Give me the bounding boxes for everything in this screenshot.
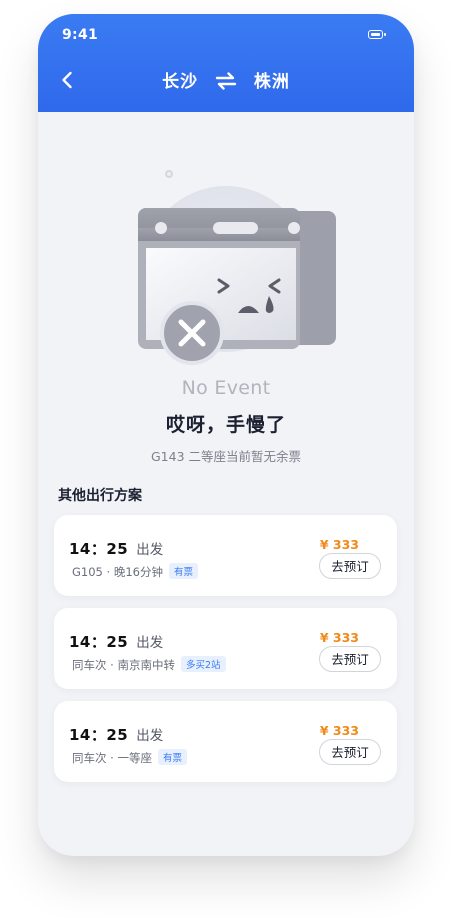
availability-tag: 有票	[157, 749, 187, 765]
option-card[interactable]: 14：25 出发 G105 · 晚16分钟 有票 ¥ 333 去预订	[54, 515, 397, 596]
departure-time: 14：25	[69, 633, 129, 651]
price: ¥ 333	[319, 723, 359, 738]
departure-label: 出发	[136, 728, 164, 744]
origin-city: 长沙	[162, 72, 199, 92]
price: ¥ 333	[319, 630, 359, 645]
departure-label: 出发	[136, 542, 164, 558]
empty-title: 哎呀，手慢了	[165, 414, 286, 436]
book-button[interactable]: 去预订	[319, 739, 381, 765]
option-detail-line: 同车次 · 一等座 有票	[72, 749, 187, 766]
header-bar: 9:41 长沙 株洲	[38, 14, 414, 112]
status-time: 9:41	[62, 27, 99, 43]
option-detail: G105 · 晚16分钟	[72, 565, 163, 579]
book-button[interactable]: 去预订	[319, 646, 381, 672]
availability-tag: 多买2站	[180, 656, 226, 672]
price: ¥ 333	[319, 537, 359, 552]
phone-screen: 9:41 长沙 株洲 No Event 哎呀，手慢了 G143 二等座当前暂无余…	[38, 14, 414, 856]
option-card[interactable]: 14：25 出发 同车次 · 南京南中转 多买2站 ¥ 333 去预订	[54, 608, 397, 689]
book-button[interactable]: 去预订	[319, 553, 381, 579]
availability-tag: 有票	[168, 563, 198, 579]
sad-calendar-with-x-icon	[118, 162, 338, 381]
option-detail: 同车次 · 南京南中转	[72, 658, 175, 672]
option-card[interactable]: 14：25 出发 同车次 · 一等座 有票 ¥ 333 去预订	[54, 701, 397, 782]
departure-time: 14：25	[69, 726, 129, 744]
departure-time: 14：25	[69, 540, 129, 558]
departure-line: 14：25 出发	[69, 724, 163, 745]
option-detail-line: G105 · 晚16分钟 有票	[72, 563, 198, 580]
option-detail-line: 同车次 · 南京南中转 多买2站	[72, 656, 226, 673]
empty-subtitle: G143 二等座当前暂无余票	[150, 449, 302, 464]
swap-arrows-icon[interactable]	[215, 72, 237, 95]
section-title: 其他出行方案	[58, 488, 142, 504]
departure-line: 14：25 出发	[69, 538, 163, 559]
battery-icon	[368, 30, 386, 39]
departure-line: 14：25 出发	[69, 631, 163, 652]
departure-label: 出发	[136, 635, 164, 651]
route-title: 长沙 株洲	[38, 67, 414, 95]
empty-caption: No Event	[181, 377, 271, 399]
destination-city: 株洲	[253, 72, 290, 92]
option-detail: 同车次 · 一等座	[72, 751, 152, 765]
